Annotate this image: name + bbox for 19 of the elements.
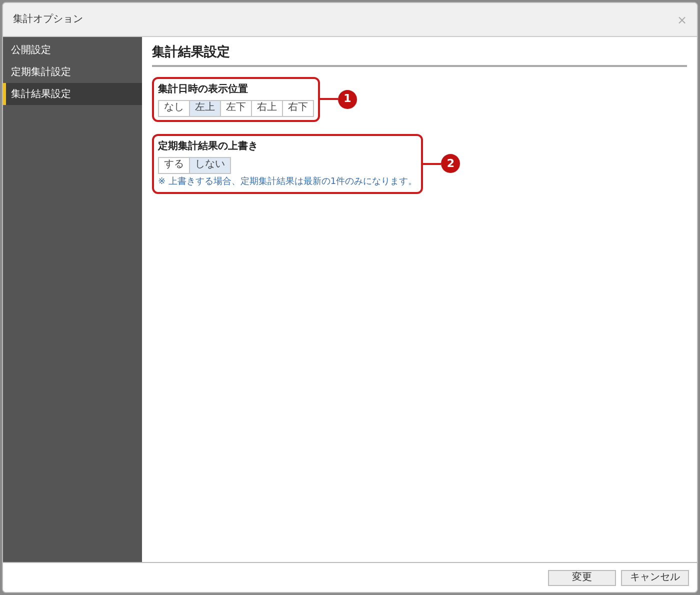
- sidebar-item[interactable]: 定期集計設定: [3, 61, 142, 83]
- note-text: ※ 上書きする場合、定期集計結果は最新の1件のみになります。: [158, 176, 418, 188]
- callout-badge: 1: [338, 90, 357, 108]
- option-button[interactable]: しない: [189, 156, 231, 174]
- option-button[interactable]: 右上: [251, 100, 283, 116]
- setting-label: 集計日時の表示位置: [158, 82, 249, 96]
- footer-button[interactable]: 変更: [548, 570, 616, 586]
- window-title: 集計オプション: [13, 12, 83, 27]
- setting-label: 定期集計結果の上書き: [158, 139, 259, 154]
- option-button[interactable]: する: [158, 156, 190, 174]
- option-button[interactable]: 左上: [189, 100, 221, 116]
- option-button[interactable]: 右下: [282, 100, 314, 116]
- option-button[interactable]: なし: [158, 100, 190, 116]
- footer-button[interactable]: キャンセル: [621, 570, 689, 586]
- sidebar-item[interactable]: 集計結果設定: [3, 83, 142, 105]
- sidebar-item[interactable]: 公開設定: [3, 39, 142, 61]
- callout-badge: 2: [441, 154, 460, 174]
- section-heading: 集計結果設定: [152, 43, 687, 66]
- option-button[interactable]: 左下: [220, 100, 252, 116]
